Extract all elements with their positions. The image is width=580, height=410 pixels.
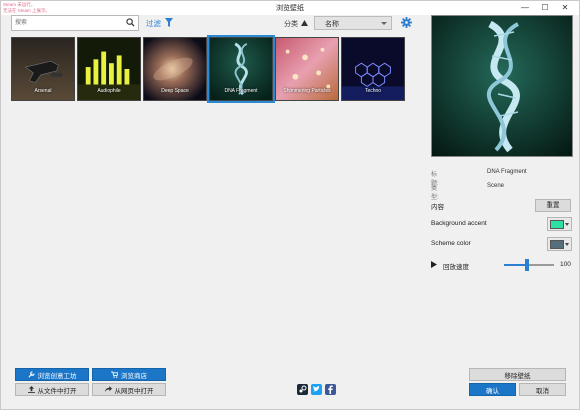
share-arrow-icon (104, 386, 112, 393)
background-accent-label: Background accent (431, 220, 487, 227)
chevron-down-icon (381, 22, 387, 25)
tile-caption: Deep Space (161, 88, 189, 94)
browse-store-label: 浏览商店 (121, 372, 147, 380)
play-icon[interactable] (431, 261, 437, 268)
wallpaper-browser-window: Steam 未运行。 无法在 Steam 上展示。 浏览壁纸 — ☐ ✕ 过滤 … (0, 0, 580, 410)
tile-caption: Arsenal (34, 88, 52, 94)
type-key: 类型: (431, 186, 439, 201)
sort-dropdown[interactable]: 名称 (314, 16, 392, 30)
ok-label: 确认 (486, 387, 499, 395)
playback-speed-value: 100 (560, 261, 571, 268)
open-from-web-button[interactable]: 从网页中打开 (92, 383, 166, 396)
twitter-icon[interactable] (311, 384, 322, 395)
search-box[interactable] (11, 15, 139, 31)
scheme-color-label: Scheme color (431, 240, 471, 247)
tile-caption: DNA Fragment (224, 88, 258, 94)
wallpaper-tile-audiophile[interactable]: Audiophile (77, 37, 141, 101)
title-bar: Steam 未运行。 无法在 Steam 上展示。 浏览壁纸 — ☐ ✕ (1, 1, 579, 15)
cart-icon (111, 371, 118, 378)
playback-speed-slider[interactable] (504, 259, 554, 271)
reset-button[interactable]: 重置 (535, 199, 571, 212)
scheme-color-swatch (550, 240, 564, 249)
sort-dropdown-value: 名称 (325, 21, 339, 28)
upload-icon (27, 386, 35, 393)
tile-caption: Shimmering Particles (283, 88, 331, 94)
cancel-label: 取消 (536, 387, 549, 395)
open-from-file-button[interactable]: 从文件中打开 (15, 383, 89, 396)
tile-caption: Techno (364, 88, 382, 94)
wallpaper-tile-arsenal[interactable]: Arsenal (11, 37, 75, 101)
remove-wallpaper-label: 移除壁纸 (504, 372, 531, 380)
maximize-button[interactable]: ☐ (535, 2, 555, 13)
wallpaper-tile-techno[interactable]: Techno (341, 37, 405, 101)
background-accent-swatch (550, 220, 564, 229)
chevron-down-icon (565, 223, 569, 226)
browse-store-button[interactable]: 浏览商店 (92, 368, 166, 381)
type-value: Scene (487, 183, 505, 189)
wrench-icon (28, 371, 35, 378)
scheme-color-picker[interactable] (547, 237, 572, 251)
browse-workshop-label: 浏览创意工坊 (37, 372, 77, 380)
playback-speed-label: 回放速度 (443, 264, 469, 271)
sort-direction-icon[interactable] (301, 20, 308, 26)
dna-fragment-preview-image (432, 16, 572, 156)
minimize-button[interactable]: — (515, 2, 535, 13)
sort-label: 分类 (284, 21, 298, 28)
wallpaper-grid: Arsenal Audiophile Deep Space DNA Fragme… (11, 35, 405, 103)
wallpaper-tile-deep-space[interactable]: Deep Space (143, 37, 207, 101)
search-icon[interactable] (126, 18, 135, 27)
filter-button[interactable]: 过滤 (146, 18, 161, 29)
background-accent-picker[interactable] (547, 217, 572, 231)
remove-wallpaper-button[interactable]: 移除壁纸 (469, 368, 566, 381)
content-label: 内容 (431, 204, 444, 211)
filter-icon[interactable] (165, 18, 173, 27)
open-from-web-label: 从网页中打开 (114, 387, 154, 395)
browse-workshop-button[interactable]: 浏览创意工坊 (15, 368, 89, 381)
facebook-icon[interactable] (325, 384, 336, 395)
ok-button[interactable]: 确认 (469, 383, 516, 396)
window-title: 浏览壁纸 (276, 5, 304, 12)
tile-caption: Audiophile (97, 88, 121, 94)
wallpaper-tile-dna-fragment[interactable]: DNA Fragment (207, 35, 275, 103)
open-from-file-label: 从文件中打开 (37, 387, 77, 395)
slider-fill (504, 264, 527, 266)
gear-icon[interactable] (401, 17, 412, 28)
search-input[interactable] (15, 18, 123, 28)
chevron-down-icon (565, 243, 569, 246)
wallpaper-preview (431, 15, 573, 157)
slider-thumb[interactable] (524, 259, 529, 271)
title-value: DNA Fragment (487, 169, 527, 175)
cancel-button[interactable]: 取消 (519, 383, 566, 396)
steam-icon[interactable] (297, 384, 308, 395)
wallpaper-tile-shimmering-particles[interactable]: Shimmering Particles (275, 37, 339, 101)
window-controls: — ☐ ✕ (515, 2, 575, 13)
close-button[interactable]: ✕ (555, 2, 575, 13)
